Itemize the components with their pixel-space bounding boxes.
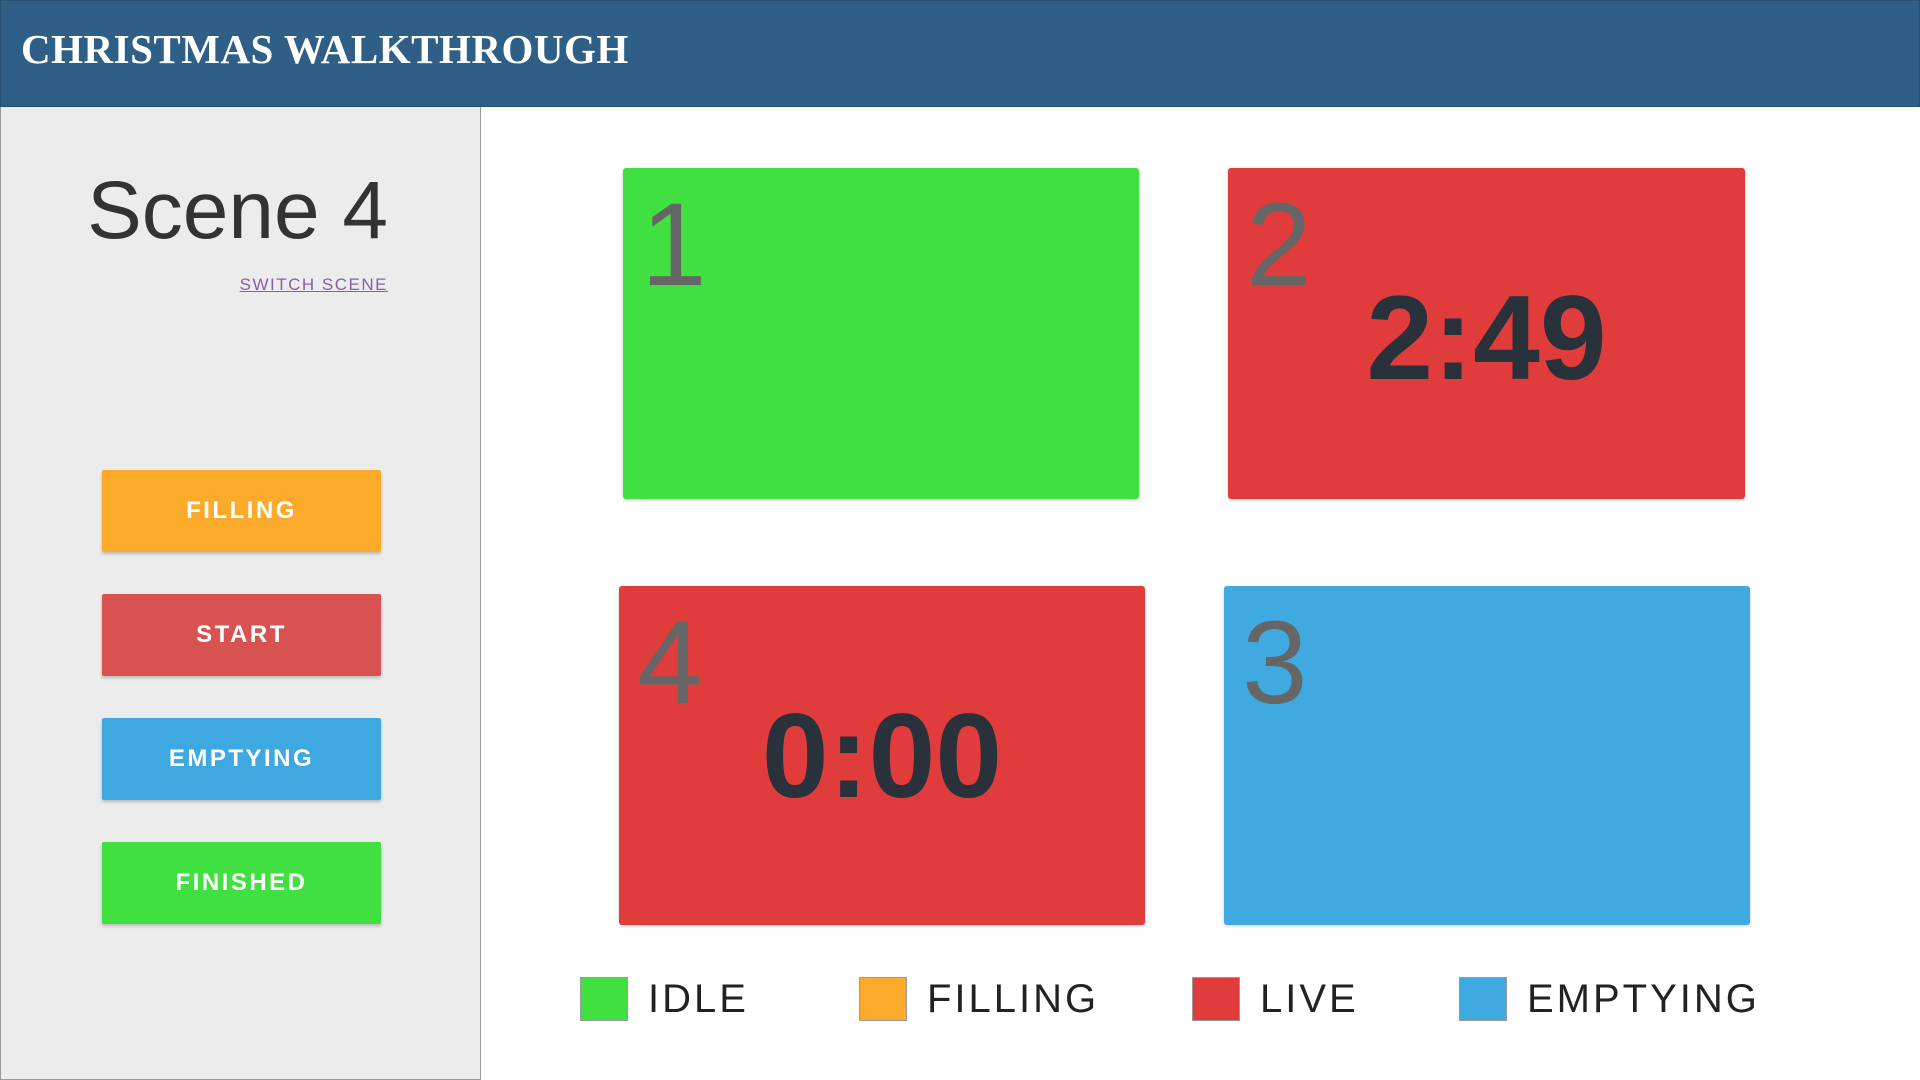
filling-button[interactable]: FILLING	[102, 470, 381, 552]
room-number: 3	[1242, 597, 1308, 729]
legend-item-idle: IDLE	[580, 977, 749, 1021]
legend-label: LIVE	[1260, 977, 1359, 1021]
room-number: 1	[641, 179, 707, 311]
scene-title: Scene 4	[87, 165, 388, 256]
legend-item-filling: FILLING	[859, 977, 1099, 1021]
legend-swatch-emptying	[1459, 977, 1507, 1021]
scene-sidebar: Scene 4 SWITCH SCENE FILLING START EMPTY…	[0, 107, 481, 1080]
emptying-button[interactable]: EMPTYING	[102, 718, 381, 800]
legend-swatch-filling	[859, 977, 907, 1021]
legend-swatch-idle	[580, 977, 628, 1021]
legend-label: IDLE	[648, 977, 749, 1021]
room-tile-1[interactable]: 1	[623, 168, 1139, 499]
switch-scene-link[interactable]: SWITCH SCENE	[240, 276, 388, 293]
finished-button[interactable]: FINISHED	[102, 842, 381, 924]
room-timer: 2:49	[1366, 271, 1607, 405]
legend-item-emptying: EMPTYING	[1459, 977, 1760, 1021]
legend-label: FILLING	[927, 977, 1100, 1021]
app-title: CHRISTMAS WALKTHROUGH	[21, 26, 629, 72]
legend-swatch-live	[1192, 977, 1240, 1021]
legend-label: EMPTYING	[1527, 977, 1760, 1021]
room-tile-2[interactable]: 2 2:49	[1228, 168, 1745, 499]
start-button[interactable]: START	[102, 594, 381, 676]
app-header: CHRISTMAS WALKTHROUGH	[0, 0, 1920, 107]
room-tile-4[interactable]: 4 0:00	[619, 586, 1145, 925]
room-tile-3[interactable]: 3	[1224, 586, 1750, 925]
room-timer: 0:00	[761, 689, 1003, 823]
legend-item-live: LIVE	[1192, 977, 1359, 1021]
